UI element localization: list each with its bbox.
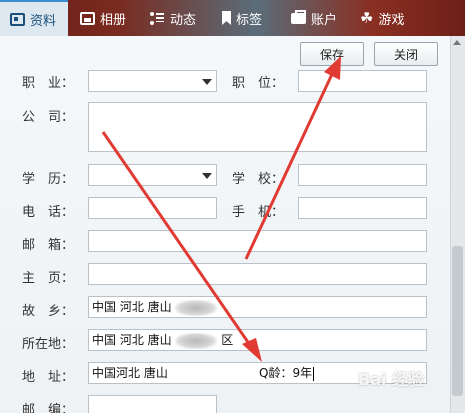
- annotation-arrowhead: [242, 338, 262, 362]
- annotation-arrow-line: [101, 131, 254, 349]
- annotation-arrow-line: [244, 71, 335, 260]
- annotation-arrows: [101, 56, 341, 362]
- baidu-watermark: Bai 经验: [358, 370, 425, 389]
